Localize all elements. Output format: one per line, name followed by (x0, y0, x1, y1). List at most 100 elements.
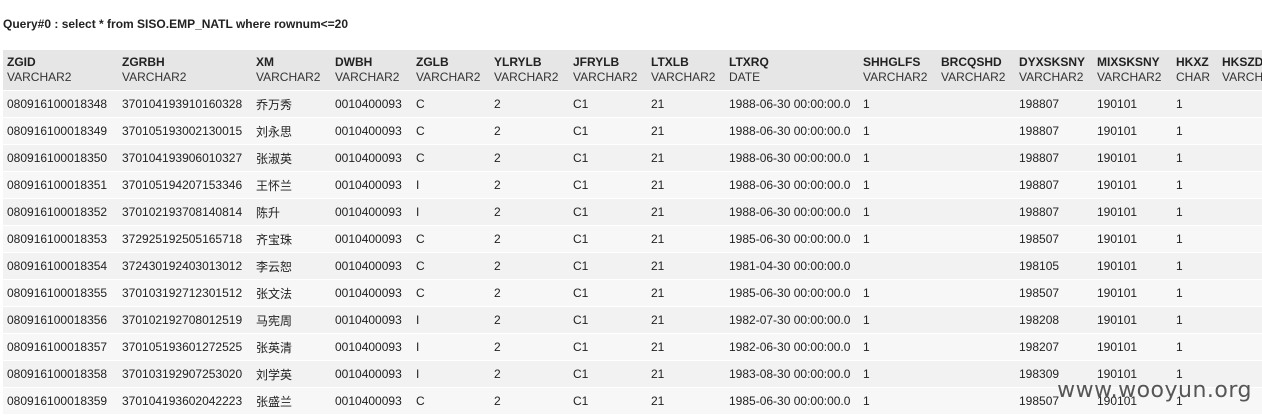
cell-ltxlb: 21 (647, 279, 725, 307)
cell-dwbh: 0010400093 (331, 225, 412, 253)
cell-dyxsksny: 198807 (1015, 117, 1093, 145)
cell-jfrylb: C1 (569, 252, 647, 280)
cell-brcqshd (937, 333, 1015, 361)
cell-mixsksny: 190101 (1093, 144, 1172, 172)
cell-hkszd (1218, 144, 1262, 172)
column-header-ltxrq[interactable]: LTXRQ DATE (725, 50, 859, 91)
cell-dyxsksny: 198208 (1015, 306, 1093, 334)
column-name: LTXLB (651, 55, 689, 69)
cell-zgrbh: 370104193602042223 (118, 387, 252, 415)
column-name: YLRYLB (494, 55, 542, 69)
cell-brcqshd (937, 252, 1015, 280)
column-type: VARCHAR2 (573, 70, 638, 84)
cell-xm: 张盛兰 (252, 387, 331, 415)
cell-zgid: 080916100018350 (3, 144, 118, 172)
cell-mixsksny: 190101 (1093, 279, 1172, 307)
cell-hkxz: 1 (1172, 144, 1218, 172)
column-header-zglb[interactable]: ZGLB VARCHAR2 (412, 50, 490, 91)
cell-zgrbh: 370104193906010327 (118, 144, 252, 172)
table-row[interactable]: 080916100018350 370104193906010327 张淑英 0010… (3, 144, 1262, 172)
cell-mixsksny: 190101 (1093, 252, 1172, 280)
cell-ltxlb: 21 (647, 117, 725, 145)
query-title: Query#0 : select * from SISO.EMP_NATL wh… (3, 17, 349, 31)
table-row[interactable]: 080916100018352 370102193708140814 陈升 00104… (3, 198, 1262, 226)
column-name: DYXSKSNY (1019, 55, 1086, 69)
cell-dwbh: 0010400093 (331, 144, 412, 172)
cell-jfrylb: C1 (569, 225, 647, 253)
cell-brcqshd (937, 306, 1015, 334)
table-row[interactable]: 080916100018357 370105193601272525 张英清 0010… (3, 333, 1262, 361)
cell-ltxlb: 21 (647, 252, 725, 280)
table-row[interactable]: 080916100018351 370105194207153346 王怀兰 0010… (3, 171, 1262, 199)
cell-brcqshd (937, 144, 1015, 172)
table-row[interactable]: 080916100018355 370103192712301512 张文法 0010… (3, 279, 1262, 307)
cell-ltxrq: 1983-08-30 00:00:00.0 (725, 360, 859, 388)
column-header-mixsksny[interactable]: MIXSKSNY VARCHAR2 (1093, 50, 1172, 91)
cell-ylrylb: 2 (490, 171, 569, 199)
cell-dyxsksny: 198807 (1015, 198, 1093, 226)
column-header-hkxz[interactable]: HKXZ CHAR (1172, 50, 1218, 91)
cell-jfrylb: C1 (569, 144, 647, 172)
cell-hkszd (1218, 117, 1262, 145)
table-row[interactable]: 080916100018356 370102192708012519 马宪周 0010… (3, 306, 1262, 334)
column-header-hkszd[interactable]: HKSZDVARCHAR2 (1218, 50, 1262, 91)
cell-mixsksny: 190101 (1093, 198, 1172, 226)
column-header-jfrylb[interactable]: JFRYLB VARCHAR2 (569, 50, 647, 91)
cell-ltxrq: 1988-06-30 00:00:00.0 (725, 90, 859, 118)
column-header-zgid[interactable]: ZGID VARCHAR2 (3, 50, 118, 91)
cell-ltxrq: 1988-06-30 00:00:00.0 (725, 144, 859, 172)
cell-ylrylb: 2 (490, 360, 569, 388)
cell-dwbh: 0010400093 (331, 117, 412, 145)
cell-brcqshd (937, 90, 1015, 118)
cell-ltxrq: 1985-06-30 00:00:00.0 (725, 225, 859, 253)
table-row[interactable]: 080916100018354 372430192403013012 李云恕 0010… (3, 252, 1262, 280)
results-table-container[interactable]: ZGID VARCHAR2 ZGRBH VARCHAR2 XM VARCHAR2 DWBH V… (3, 50, 1262, 415)
cell-brcqshd (937, 279, 1015, 307)
column-name: XM (256, 55, 274, 69)
column-header-ylrylb[interactable]: YLRYLB VARCHAR2 (490, 50, 569, 91)
column-header-ltxlb[interactable]: LTXLB VARCHAR2 (647, 50, 725, 91)
cell-ylrylb: 2 (490, 279, 569, 307)
column-name: HKXZ (1176, 55, 1209, 69)
cell-xm: 张英清 (252, 333, 331, 361)
cell-zglb: C (412, 144, 490, 172)
column-type: VARCHAR2 (863, 70, 928, 84)
cell-hkxz: 1 (1172, 171, 1218, 199)
column-type: DATE (729, 70, 761, 84)
cell-dyxsksny: 198807 (1015, 144, 1093, 172)
column-header-brcqshd[interactable]: BRCQSHD VARCHAR2 (937, 50, 1015, 91)
column-name: BRCQSHD (941, 55, 1002, 69)
cell-shhglfs: 1 (859, 225, 937, 253)
cell-mixsksny: 190101 (1093, 117, 1172, 145)
column-header-dwbh[interactable]: DWBH VARCHAR2 (331, 50, 412, 91)
cell-hkszd (1218, 279, 1262, 307)
column-header-dyxsksny[interactable]: DYXSKSNY VARCHAR2 (1015, 50, 1093, 91)
column-header-zgrbh[interactable]: ZGRBH VARCHAR2 (118, 50, 252, 91)
cell-dwbh: 0010400093 (331, 252, 412, 280)
column-header-shhglfs[interactable]: SHHGLFS VARCHAR2 (859, 50, 937, 91)
column-header-xm[interactable]: XM VARCHAR2 (252, 50, 331, 91)
cell-ltxrq: 1985-06-30 00:00:00.0 (725, 279, 859, 307)
column-name: ZGID (7, 55, 36, 69)
column-type: VARCHAR2 (1097, 70, 1162, 84)
table-row[interactable]: 080916100018353 372925192505165718 齐宝珠 0010… (3, 225, 1262, 253)
cell-shhglfs: 1 (859, 144, 937, 172)
cell-shhglfs (859, 252, 937, 280)
cell-zgid: 080916100018351 (3, 171, 118, 199)
column-name: HKSZD (1222, 55, 1262, 69)
cell-zglb: C (412, 387, 490, 415)
cell-zglb: C (412, 225, 490, 253)
table-row[interactable]: 080916100018349 370105193002130015 刘永思 0010… (3, 117, 1262, 145)
cell-zglb: C (412, 252, 490, 280)
table-row[interactable]: 080916100018348 370104193910160328 乔万秀 0010… (3, 90, 1262, 118)
cell-zglb: C (412, 117, 490, 145)
cell-dwbh: 0010400093 (331, 198, 412, 226)
cell-hkszd (1218, 90, 1262, 118)
cell-shhglfs: 1 (859, 117, 937, 145)
column-name: ZGLB (416, 55, 449, 69)
column-name: DWBH (335, 55, 373, 69)
cell-zgid: 080916100018356 (3, 306, 118, 334)
cell-ltxrq: 1981-04-30 00:00:00.0 (725, 252, 859, 280)
cell-zgrbh: 370105193601272525 (118, 333, 252, 361)
cell-hkszd (1218, 225, 1262, 253)
